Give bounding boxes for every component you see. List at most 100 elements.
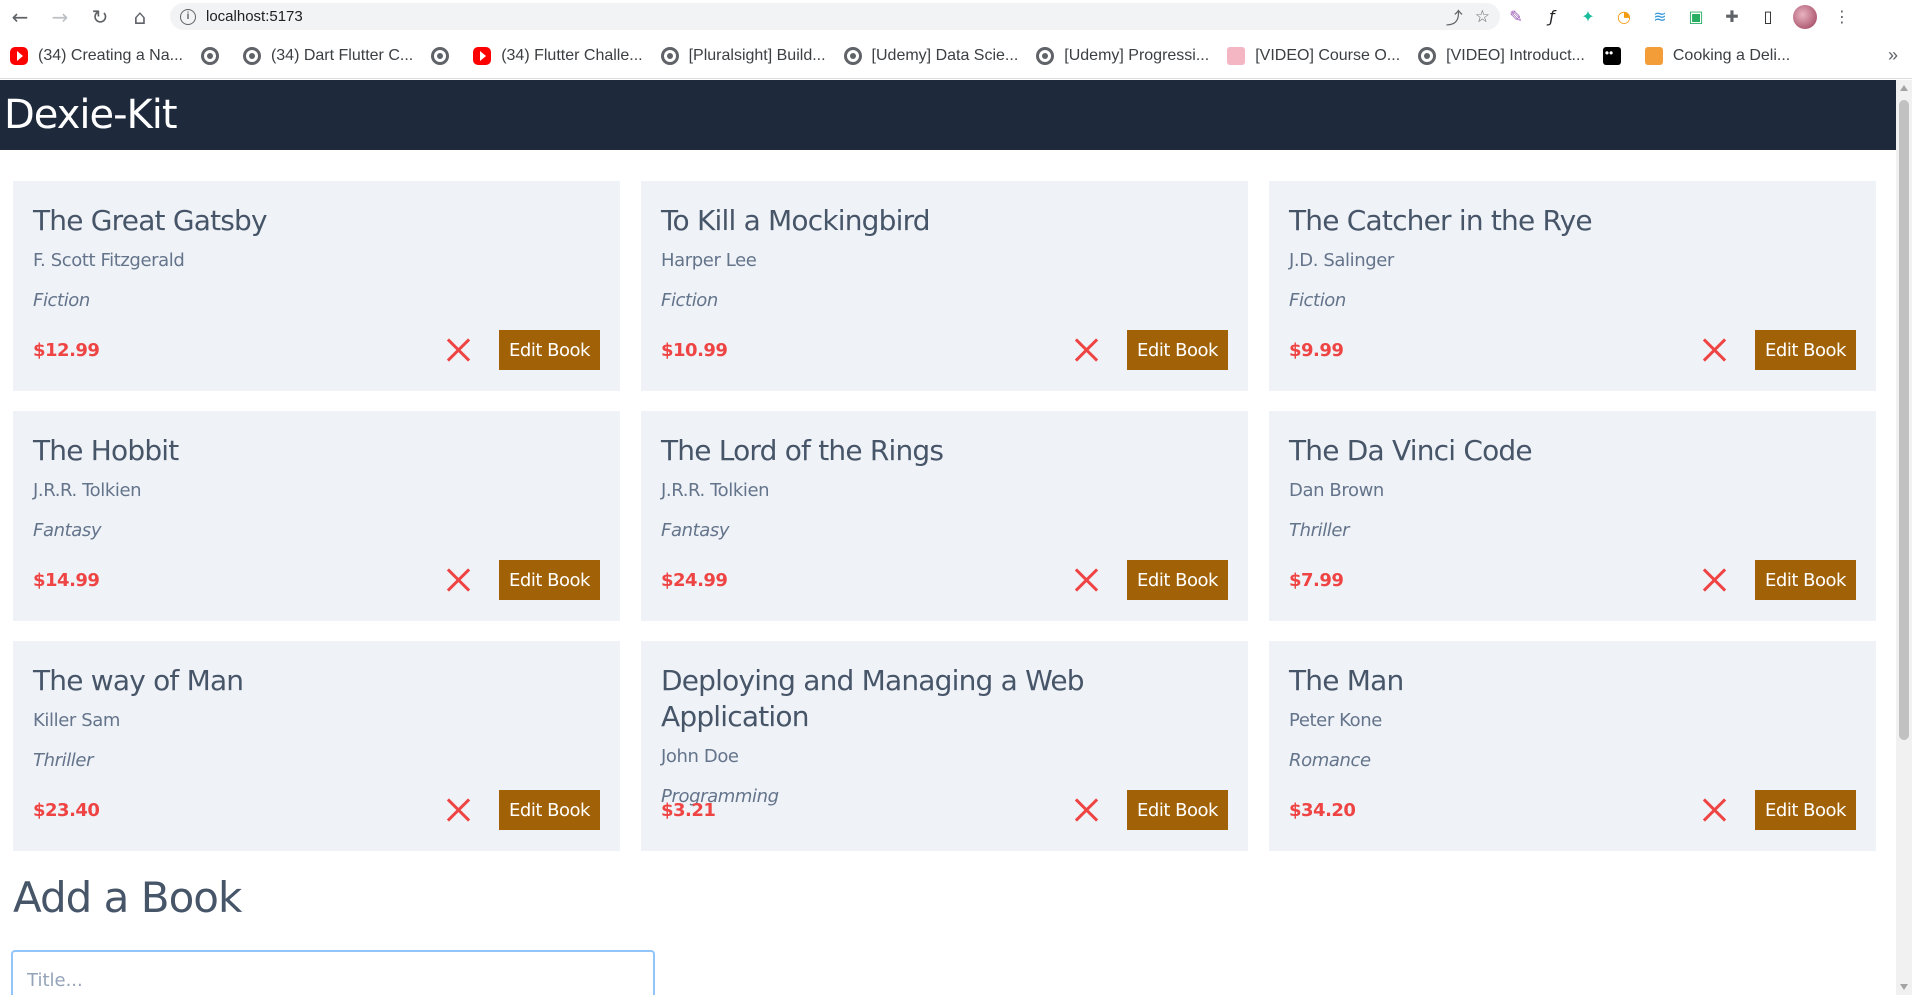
function-extension-icon[interactable]: ƒ (1541, 6, 1563, 28)
book-price: $7.99 (1289, 570, 1344, 591)
edit-book-button[interactable]: Edit Book (499, 330, 600, 370)
edit-book-button[interactable]: Edit Book (1127, 560, 1228, 600)
printer-extension-icon[interactable]: ▣ (1685, 6, 1707, 28)
delete-x-icon[interactable] (1699, 563, 1731, 595)
book-card: To Kill a Mockingbird Harper Lee Fiction… (641, 181, 1248, 391)
book-author: F. Scott Fitzgerald (33, 250, 185, 271)
bookmark-item[interactable]: [VIDEO] Course O... (1227, 46, 1400, 65)
book-price: $9.99 (1289, 340, 1344, 361)
bookmark-item[interactable]: [Pluralsight] Build... (660, 46, 826, 65)
edit-book-button[interactable]: Edit Book (1127, 330, 1228, 370)
add-book-heading: Add a Book (13, 873, 242, 922)
book-price: $23.40 (33, 800, 100, 821)
bookmark-item[interactable]: [Udemy] Data Scie... (843, 46, 1018, 65)
reload-icon[interactable]: ↻ (80, 0, 120, 33)
book-author: Peter Kone (1289, 710, 1382, 731)
delete-x-icon[interactable] (443, 793, 475, 825)
delete-x-icon[interactable] (443, 563, 475, 595)
delete-x-icon[interactable] (443, 333, 475, 365)
book-title: The way of Man (33, 664, 244, 697)
book-card: The Da Vinci Code Dan Brown Thriller $7.… (1269, 411, 1876, 621)
page-scrollbar[interactable] (1896, 80, 1912, 995)
book-author: John Doe (661, 746, 739, 767)
side-panel-icon[interactable]: ▯ (1757, 6, 1779, 28)
bookmark-item[interactable] (1602, 46, 1631, 65)
title-input[interactable] (11, 950, 655, 995)
bookmark-item[interactable]: (34) Dart Flutter C... (242, 46, 413, 65)
app-title: Dexie-Kit (4, 92, 178, 138)
globe-icon (200, 46, 219, 65)
globe-icon (843, 46, 862, 65)
delete-x-icon[interactable] (1699, 333, 1731, 365)
book-author: J.D. Salinger (1289, 250, 1394, 271)
book-genre: Fantasy (33, 520, 102, 541)
site-info-icon[interactable]: i (180, 8, 196, 25)
page-viewport: Dexie-Kit The Great Gatsby F. Scott Fitz… (0, 80, 1896, 995)
book-author: Harper Lee (661, 250, 757, 271)
edit-book-button[interactable]: Edit Book (499, 790, 600, 830)
back-arrow-icon[interactable]: ← (0, 0, 40, 33)
coffee-icon (1227, 46, 1246, 65)
book-card: The Catcher in the Rye J.D. Salinger Fic… (1269, 181, 1876, 391)
globe-icon (242, 46, 261, 65)
more-bookmarks-chevron-icon[interactable]: » (1888, 45, 1898, 66)
scroll-down-arrow-icon[interactable] (1900, 984, 1908, 990)
book-price: $34.20 (1289, 800, 1356, 821)
pen-extension-icon[interactable]: ✎ (1505, 6, 1527, 28)
edit-book-button[interactable]: Edit Book (1755, 330, 1856, 370)
delete-x-icon[interactable] (1071, 563, 1103, 595)
book-card: The Hobbit J.R.R. Tolkien Fantasy $14.99… (13, 411, 620, 621)
globe-icon (1418, 46, 1437, 65)
app-header: Dexie-Kit (0, 80, 1896, 150)
edit-book-button[interactable]: Edit Book (1127, 790, 1228, 830)
bookmark-item[interactable]: (34) Flutter Challe... (473, 46, 643, 65)
puzzle-extension-icon[interactable]: ✚ (1721, 6, 1743, 28)
bookmark-star-icon[interactable]: ☆ (1475, 7, 1490, 27)
edit-book-button[interactable]: Edit Book (1755, 790, 1856, 830)
share-icon[interactable]: ⤴ (1446, 4, 1463, 29)
bird-extension-icon[interactable]: ✦ (1577, 6, 1599, 28)
book-author: Dan Brown (1289, 480, 1384, 501)
book-card: The Great Gatsby F. Scott Fitzgerald Fic… (13, 181, 620, 391)
bookmark-item[interactable]: (34) Creating a Na... (10, 46, 183, 65)
book-author: J.R.R. Tolkien (661, 480, 770, 501)
delete-x-icon[interactable] (1071, 333, 1103, 365)
forward-arrow-icon[interactable]: → (40, 0, 80, 33)
youtube-icon (10, 46, 28, 65)
delete-x-icon[interactable] (1071, 793, 1103, 825)
book-genre: Fiction (661, 290, 718, 311)
bookmark-item[interactable] (431, 46, 459, 65)
wind-extension-icon[interactable]: ≋ (1649, 6, 1671, 28)
book-genre: Fantasy (661, 520, 730, 541)
book-card: The Man Peter Kone Romance $34.20 Edit B… (1269, 641, 1876, 851)
bookmark-item[interactable] (200, 46, 229, 65)
url-text[interactable]: localhost:5173 (206, 8, 303, 25)
home-icon[interactable]: ⌂ (120, 0, 160, 33)
medium-icon (1602, 46, 1621, 65)
address-bar[interactable]: i localhost:5173 ⤴ ☆ (170, 3, 1500, 30)
book-title: Deploying and Managing a Web Application (661, 664, 1085, 733)
bookmark-item[interactable]: [Udemy] Progressi... (1036, 46, 1209, 65)
profile-avatar[interactable] (1793, 4, 1817, 29)
book-title: To Kill a Mockingbird (661, 204, 931, 237)
menu-kebab-icon[interactable]: ⋮ (1831, 6, 1853, 28)
bookmark-item[interactable]: [VIDEO] Introduct... (1418, 46, 1585, 65)
book-price: $3.21 (661, 800, 716, 821)
book-author: J.R.R. Tolkien (33, 480, 142, 501)
edit-book-button[interactable]: Edit Book (1755, 560, 1856, 600)
globe-icon (1036, 46, 1055, 65)
gauge-extension-icon[interactable]: ◔ (1613, 6, 1635, 28)
book-price: $12.99 (33, 340, 100, 361)
bookmark-item[interactable]: Cooking a Deli... (1644, 46, 1790, 65)
book-price: $10.99 (661, 340, 728, 361)
scrollbar-thumb[interactable] (1899, 100, 1909, 740)
delete-x-icon[interactable] (1699, 793, 1731, 825)
book-price: $24.99 (661, 570, 728, 591)
scroll-up-arrow-icon[interactable] (1900, 85, 1908, 91)
book-card: The Lord of the Rings J.R.R. Tolkien Fan… (641, 411, 1248, 621)
book-title: The Da Vinci Code (1289, 434, 1533, 467)
edit-book-button[interactable]: Edit Book (499, 560, 600, 600)
book-card: Deploying and Managing a Web Application… (641, 641, 1248, 851)
globe-icon (660, 46, 679, 65)
book-genre: Thriller (33, 750, 94, 771)
